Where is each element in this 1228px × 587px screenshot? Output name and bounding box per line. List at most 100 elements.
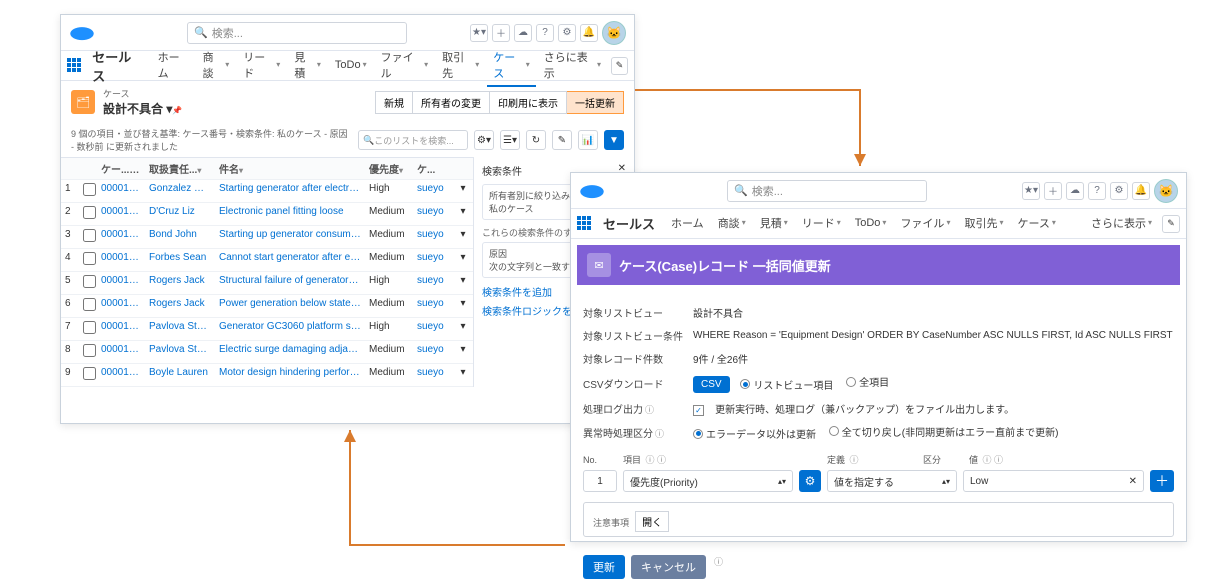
edit-inline-icon[interactable]: ✎ bbox=[552, 130, 572, 150]
tab-opp[interactable]: 商談▾ bbox=[197, 45, 236, 87]
favorite-icon[interactable]: ★▾ bbox=[470, 24, 488, 42]
avatar[interactable]: 🐱 bbox=[1154, 179, 1178, 203]
new-button[interactable]: 新規 bbox=[375, 91, 413, 114]
notification-bell-icon[interactable]: 🔔 bbox=[580, 24, 598, 42]
csv-opt-listview[interactable]: リストビュー項目 bbox=[740, 377, 833, 392]
owner-link[interactable]: Gonzalez Ro... bbox=[145, 180, 215, 203]
tab-quote[interactable]: 見積▾ bbox=[754, 211, 794, 237]
subject-link[interactable]: Power generation below stated l... bbox=[215, 295, 365, 318]
log-checkbox[interactable]: ✓ bbox=[693, 405, 704, 416]
add-icon[interactable]: ＋ bbox=[1044, 182, 1062, 200]
row-checkbox[interactable] bbox=[83, 183, 96, 196]
help-icon[interactable]: ? bbox=[536, 24, 554, 42]
open-notes-button[interactable]: 開く bbox=[635, 511, 669, 532]
who-link[interactable]: sueyo bbox=[413, 203, 453, 226]
view-name[interactable]: 設計不具合 ▾📌 bbox=[103, 102, 182, 116]
row-menu-icon[interactable]: ▾ bbox=[453, 341, 473, 364]
bulk-update-button[interactable]: 一括更新 bbox=[567, 91, 624, 114]
subject-link[interactable]: Structural failure of generator ba... bbox=[215, 272, 365, 295]
row-checkbox[interactable] bbox=[83, 321, 96, 334]
row-menu-icon[interactable]: ▾ bbox=[453, 318, 473, 341]
owner-link[interactable]: Rogers Jack bbox=[145, 295, 215, 318]
setup-gear-icon[interactable]: ⚙ bbox=[1110, 182, 1128, 200]
subject-link[interactable]: Electronic panel fitting loose bbox=[215, 203, 365, 226]
item-select[interactable]: 優先度(Priority)▴▾ bbox=[623, 470, 793, 492]
subject-link[interactable]: Generator GC3060 platform stru... bbox=[215, 318, 365, 341]
display-icon[interactable]: ☰▾ bbox=[500, 130, 520, 150]
owner-link[interactable]: Boyle Lauren bbox=[145, 364, 215, 387]
row-checkbox[interactable] bbox=[83, 206, 96, 219]
app-launcher-icon[interactable] bbox=[577, 216, 593, 232]
setup-gear-icon[interactable]: ⚙ bbox=[558, 24, 576, 42]
settings-gear-icon[interactable]: ⚙▾ bbox=[474, 130, 494, 150]
cloud-icon[interactable]: ☁ bbox=[1066, 182, 1084, 200]
tab-lead[interactable]: リード▾ bbox=[796, 211, 847, 237]
def-select[interactable]: 値を指定する▴▾ bbox=[827, 470, 957, 492]
tab-opp[interactable]: 商談▾ bbox=[712, 211, 752, 237]
case-link[interactable]: 000010... bbox=[97, 364, 145, 387]
subject-link[interactable]: Starting up generator consumes... bbox=[215, 226, 365, 249]
tab-account[interactable]: 取引先▾ bbox=[958, 211, 1009, 237]
edit-nav-icon[interactable]: ✎ bbox=[1162, 215, 1180, 233]
row-menu-icon[interactable]: ▾ bbox=[453, 203, 473, 226]
tab-more[interactable]: さらに表示▾ bbox=[538, 45, 607, 87]
tab-todo[interactable]: ToDo▾ bbox=[329, 55, 373, 77]
update-button[interactable]: 更新 bbox=[583, 555, 625, 579]
clear-icon[interactable]: ✕ bbox=[1129, 476, 1137, 487]
tab-quote[interactable]: 見積▾ bbox=[288, 45, 327, 87]
tab-lead[interactable]: リード▾ bbox=[237, 45, 286, 87]
case-link[interactable]: 000010... bbox=[97, 295, 145, 318]
list-search[interactable]: 🔍 このリストを検索... bbox=[358, 130, 468, 150]
case-link[interactable]: 000010... bbox=[97, 249, 145, 272]
row-menu-icon[interactable]: ▾ bbox=[453, 364, 473, 387]
cloud-icon[interactable]: ☁ bbox=[514, 24, 532, 42]
col-priority[interactable]: 優先度▾ bbox=[365, 158, 413, 180]
add-icon[interactable]: ＋ bbox=[492, 24, 510, 42]
subject-link[interactable]: Starting generator after electrica... bbox=[215, 180, 365, 203]
owner-link[interactable]: Pavlova Stella bbox=[145, 318, 215, 341]
change-owner-button[interactable]: 所有者の変更 bbox=[413, 91, 490, 114]
who-link[interactable]: sueyo bbox=[413, 364, 453, 387]
app-launcher-icon[interactable] bbox=[67, 58, 82, 74]
case-link[interactable]: 000010... bbox=[97, 341, 145, 364]
tab-todo[interactable]: ToDo▾ bbox=[849, 213, 893, 235]
row-checkbox[interactable] bbox=[83, 229, 96, 242]
add-row-button[interactable]: ＋ bbox=[1150, 470, 1174, 492]
who-link[interactable]: sueyo bbox=[413, 341, 453, 364]
subject-link[interactable]: Electric surge damaging adjacen... bbox=[215, 341, 365, 364]
who-link[interactable]: sueyo bbox=[413, 295, 453, 318]
col-who[interactable]: ケ... bbox=[413, 158, 453, 180]
filter-icon[interactable]: ▼ bbox=[604, 130, 624, 150]
value-input[interactable]: Low✕ bbox=[963, 470, 1144, 492]
owner-link[interactable]: Pavlova Stella bbox=[145, 341, 215, 364]
row-checkbox[interactable] bbox=[83, 252, 96, 265]
row-menu-icon[interactable]: ▾ bbox=[453, 249, 473, 272]
tab-more[interactable]: さらに表示▾ bbox=[1085, 211, 1158, 237]
row-checkbox[interactable] bbox=[83, 344, 96, 357]
target-view-link[interactable]: 設計不具合 bbox=[693, 305, 1174, 320]
gear-button[interactable]: ⚙ bbox=[799, 470, 821, 492]
row-checkbox[interactable] bbox=[83, 298, 96, 311]
row-checkbox[interactable] bbox=[83, 275, 96, 288]
notification-bell-icon[interactable]: 🔔 bbox=[1132, 182, 1150, 200]
who-link[interactable]: sueyo bbox=[413, 318, 453, 341]
case-link[interactable]: 000010... bbox=[97, 203, 145, 226]
csv-button[interactable]: CSV bbox=[693, 376, 730, 393]
owner-link[interactable]: Bond John bbox=[145, 226, 215, 249]
tab-home[interactable]: ホーム bbox=[152, 45, 195, 87]
refresh-icon[interactable]: ↻ bbox=[526, 130, 546, 150]
chart-icon[interactable]: 📊 bbox=[578, 130, 598, 150]
info-icon[interactable]: ⓘ bbox=[645, 405, 654, 415]
global-search[interactable]: 🔍検索... bbox=[187, 22, 407, 44]
tab-home[interactable]: ホーム bbox=[665, 211, 710, 237]
global-search[interactable]: 🔍検索... bbox=[727, 180, 927, 202]
favorite-icon[interactable]: ★▾ bbox=[1022, 182, 1040, 200]
row-menu-icon[interactable]: ▾ bbox=[453, 272, 473, 295]
tab-account[interactable]: 取引先▾ bbox=[436, 45, 485, 87]
no-input[interactable]: 1 bbox=[583, 470, 617, 492]
tab-file[interactable]: ファイル▾ bbox=[375, 45, 435, 87]
case-link[interactable]: 000010... bbox=[97, 272, 145, 295]
col-owner[interactable]: 取扱責任...▾ bbox=[145, 158, 215, 180]
row-menu-icon[interactable]: ▾ bbox=[453, 180, 473, 203]
col-subject[interactable]: 件名▾ bbox=[215, 158, 365, 180]
